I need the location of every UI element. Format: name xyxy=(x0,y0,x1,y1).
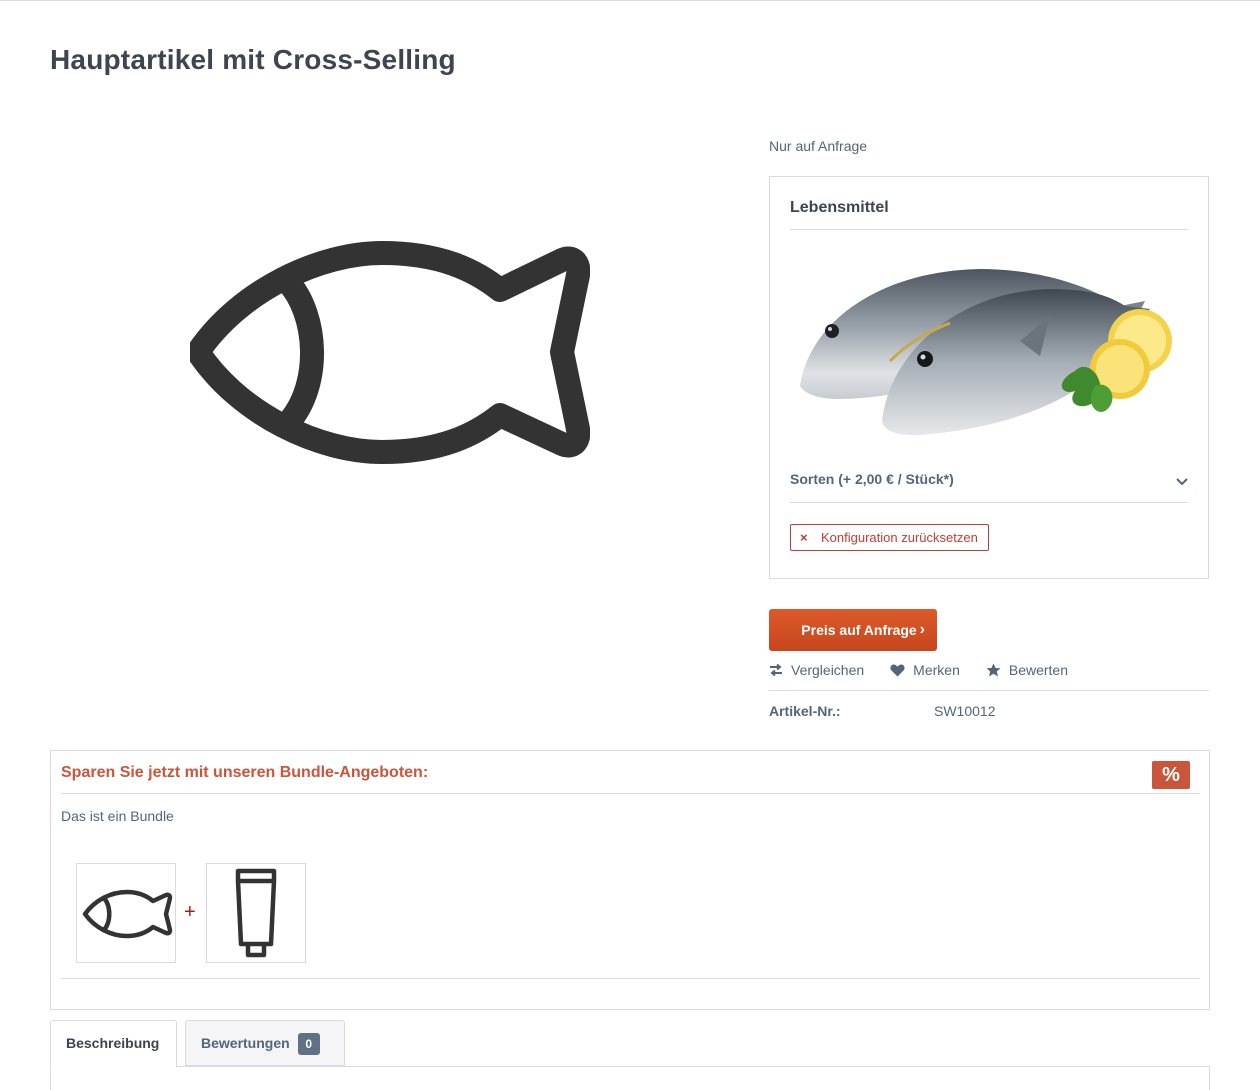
article-number-label: Artikel-Nr.: xyxy=(769,703,841,719)
bundle-description: Das ist ein Bundle xyxy=(61,808,174,824)
rate-label: Bewerten xyxy=(1008,662,1069,678)
top-divider xyxy=(0,0,1260,2)
review-count-badge: 0 xyxy=(297,1033,320,1055)
fish-photo xyxy=(800,269,1172,436)
bundle-item-thumbnail[interactable] xyxy=(76,863,176,963)
chevron-right-icon: › xyxy=(919,621,925,638)
price-on-request-label: Preis auf Anfrage xyxy=(801,622,917,638)
divider xyxy=(769,690,1209,691)
bundle-panel: Sparen Sie jetzt mit unseren Bundle-Ange… xyxy=(50,750,1210,1010)
configurator-heading: Lebensmittel xyxy=(790,199,889,216)
configurator-panel: Lebensmittel Sorten (+ 2,00 € / Stück*) … xyxy=(769,176,1209,579)
reset-configuration-label: Konfiguration zurücksetzen xyxy=(821,530,978,545)
product-actions: Vergleichen Merken Bewerten xyxy=(769,662,1094,678)
compare-icon xyxy=(770,664,782,676)
compare-action[interactable]: Vergleichen xyxy=(769,662,864,678)
percent-badge: % xyxy=(1152,761,1190,789)
page-title: Hauptartikel mit Cross-Selling xyxy=(50,44,456,75)
heart-icon xyxy=(890,664,905,676)
article-number-value: SW10012 xyxy=(934,703,996,719)
divider xyxy=(61,793,1200,794)
tube-icon xyxy=(235,868,277,958)
tab-description-label: Beschreibung xyxy=(66,1035,160,1051)
product-main-image[interactable] xyxy=(186,235,591,470)
rate-action[interactable]: Bewerten xyxy=(986,662,1068,678)
divider xyxy=(790,229,1188,230)
plus-sign: + xyxy=(184,901,196,923)
chevron-down-icon[interactable] xyxy=(1174,473,1190,489)
divider xyxy=(790,502,1188,503)
wishlist-action[interactable]: Merken xyxy=(890,662,960,678)
availability-text: Nur auf Anfrage xyxy=(769,138,868,154)
variant-option-label[interactable]: Sorten (+ 2,00 € / Stück*) xyxy=(790,471,954,487)
tab-reviews-label: Bewertungen xyxy=(201,1035,290,1051)
tab-description[interactable]: Beschreibung xyxy=(50,1020,177,1068)
fish-icon xyxy=(82,889,173,939)
close-icon: × xyxy=(800,530,808,545)
price-on-request-button[interactable]: Preis auf Anfrage › xyxy=(769,609,937,651)
reset-configuration-button[interactable]: × Konfiguration zurücksetzen xyxy=(790,524,989,551)
bundle-item-thumbnail[interactable] xyxy=(206,863,306,963)
bundle-heading: Sparen Sie jetzt mit unseren Bundle-Ange… xyxy=(61,764,429,781)
fish-icon xyxy=(186,241,591,464)
compare-label: Vergleichen xyxy=(791,662,865,678)
tab-reviews[interactable]: Bewertungen 0 xyxy=(185,1020,345,1066)
divider xyxy=(61,978,1200,979)
tab-content-panel xyxy=(50,1066,1210,1090)
star-icon xyxy=(986,663,1001,677)
wishlist-label: Merken xyxy=(913,662,960,678)
